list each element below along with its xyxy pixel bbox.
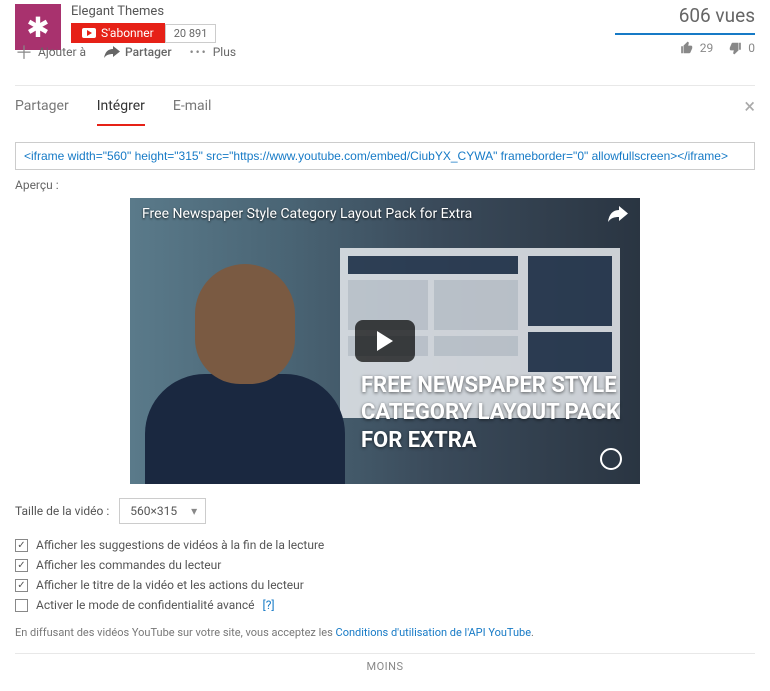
checkbox-controls[interactable]: ✓	[15, 559, 28, 572]
embed-code-input[interactable]	[15, 142, 755, 170]
dislike-button[interactable]: 0	[727, 41, 755, 55]
preview-label: Aperçu :	[15, 178, 755, 192]
option-title-label: Afficher le titre de la vidéo et les act…	[36, 578, 304, 592]
sentiment-bar	[615, 33, 755, 35]
dots-icon: •••	[190, 45, 208, 59]
play-button[interactable]	[355, 320, 415, 362]
checkbox-suggestions[interactable]: ✓	[15, 539, 28, 552]
more-button[interactable]: ••• Plus	[190, 45, 236, 59]
share-icon[interactable]	[608, 206, 628, 226]
option-controls-label: Afficher les commandes du lecteur	[36, 558, 221, 572]
thumb-down-icon	[727, 41, 743, 55]
add-to-button[interactable]: ＋ Ajouter à	[15, 39, 86, 65]
tab-embed[interactable]: Intégrer	[97, 98, 145, 126]
checkbox-privacy[interactable]	[15, 599, 28, 612]
video-title: Free Newspaper Style Category Layout Pac…	[142, 206, 472, 222]
share-button[interactable]: Partager	[104, 45, 172, 59]
close-icon[interactable]: ×	[744, 94, 755, 118]
video-overlay-text: FREE NEWSPAPER STYLE CATEGORY LAYOUT PAC…	[361, 372, 620, 455]
help-link[interactable]: [?]	[263, 598, 275, 612]
youtube-icon	[82, 28, 96, 38]
tab-email[interactable]: E-mail	[173, 98, 212, 126]
like-button[interactable]: 29	[679, 41, 714, 55]
tab-share[interactable]: Partager	[15, 98, 69, 126]
video-size-label: Taille de la vidéo :	[15, 504, 109, 518]
terms-link[interactable]: Conditions d'utilisation de l'API YouTub…	[336, 626, 532, 639]
option-privacy-label: Activer le mode de confidentialité avanc…	[36, 598, 255, 612]
subscribe-label: S'abonner	[101, 26, 154, 40]
subscriber-count: 20 891	[165, 24, 217, 43]
plus-icon: ＋	[15, 39, 33, 65]
brand-logo-icon	[600, 448, 622, 470]
option-suggestions-label: Afficher les suggestions de vidéos à la …	[36, 538, 324, 552]
share-arrow-icon	[104, 46, 120, 58]
checkbox-title[interactable]: ✓	[15, 579, 28, 592]
video-preview[interactable]: Free Newspaper Style Category Layout Pac…	[130, 198, 640, 484]
thumb-up-icon	[679, 41, 695, 55]
channel-name[interactable]: Elegant Themes	[71, 4, 615, 19]
terms-text: En diffusant des vidéos YouTube sur votr…	[15, 626, 755, 639]
view-count: 606 vues	[615, 4, 755, 27]
dislike-count: 0	[748, 41, 755, 55]
like-count: 29	[700, 41, 714, 55]
preview-person	[145, 244, 345, 484]
show-less-button[interactable]: MOINS	[15, 653, 755, 673]
video-size-select[interactable]: 560×315	[119, 498, 206, 524]
